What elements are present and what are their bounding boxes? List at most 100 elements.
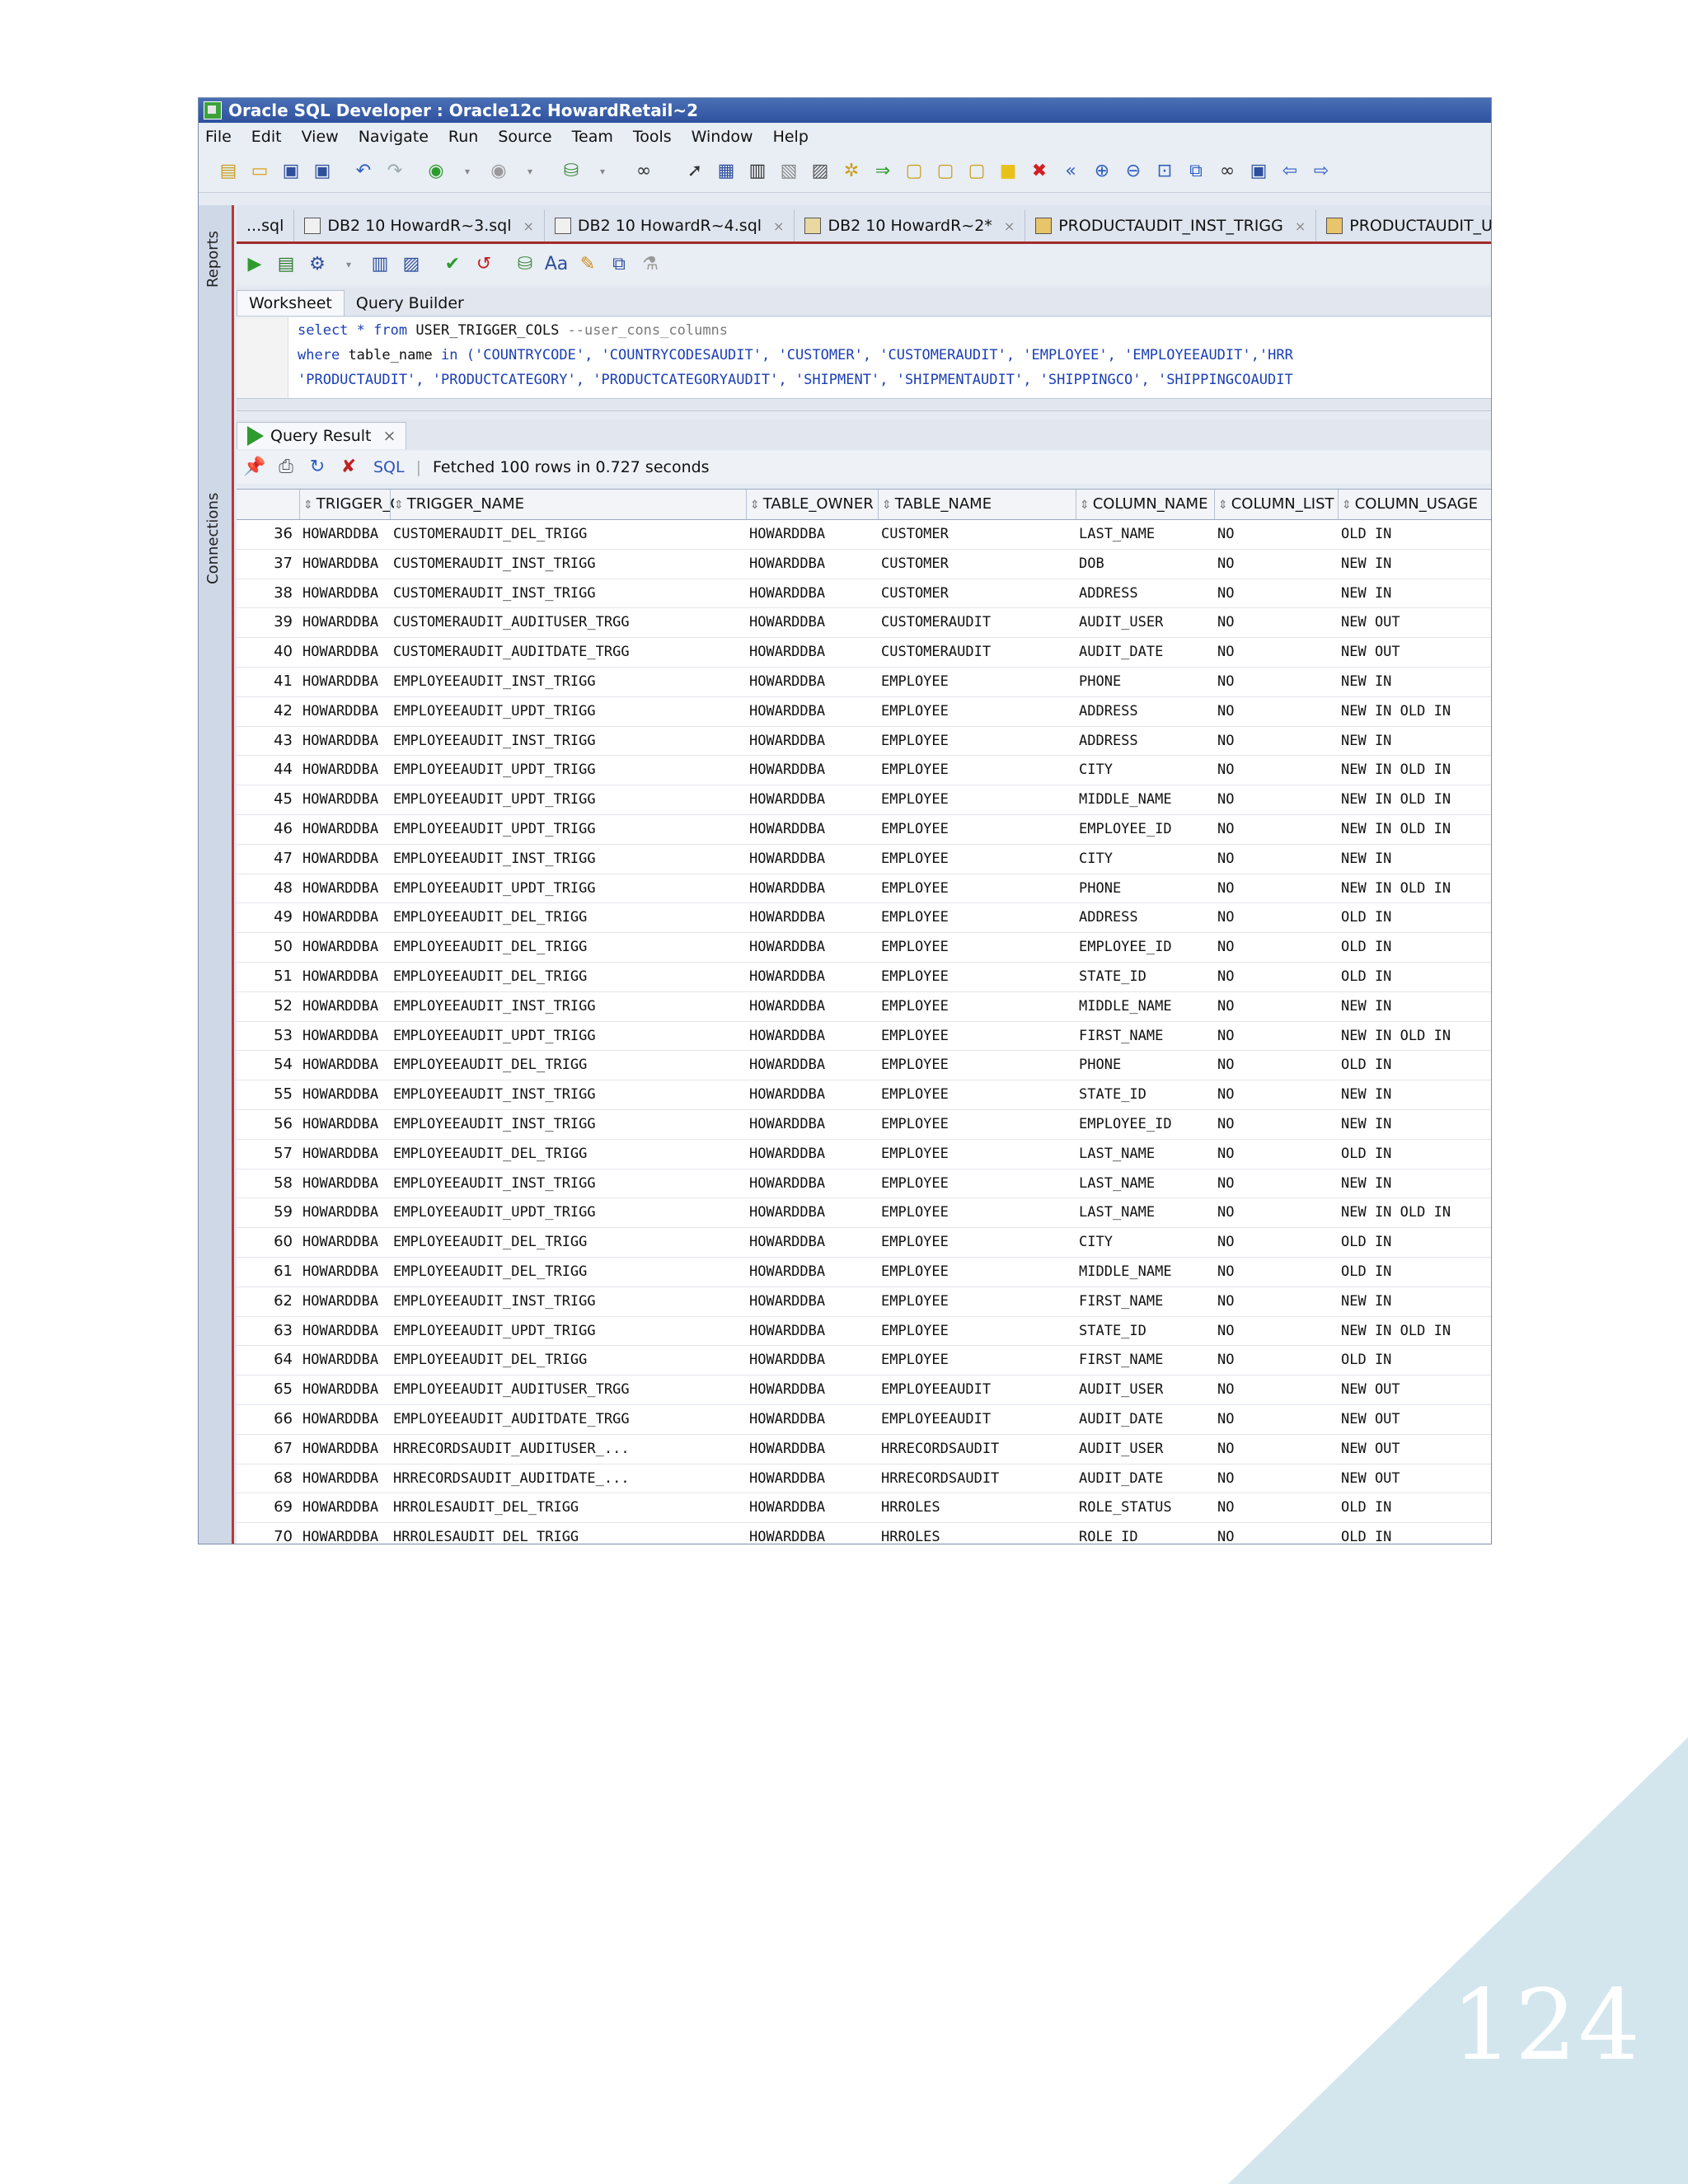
cell-column-list[interactable]: NO bbox=[1217, 756, 1344, 784]
cell-column-list[interactable]: NO bbox=[1217, 874, 1344, 902]
cell-column-usage[interactable]: OLD IN bbox=[1341, 1051, 1491, 1079]
dropdown-icon[interactable]: ▾ bbox=[337, 253, 360, 276]
cell-column-usage[interactable]: NEW IN bbox=[1341, 1110, 1491, 1138]
run-script-icon[interactable]: ▤ bbox=[274, 253, 298, 276]
cell-table-owner[interactable]: HOWARDDBA bbox=[749, 963, 884, 991]
cell-table-name[interactable]: HRROLES bbox=[881, 1493, 1082, 1521]
table-icon[interactable]: ▥ bbox=[746, 160, 769, 183]
cell-table-owner[interactable]: HOWARDDBA bbox=[749, 756, 884, 784]
sql-settings-icon[interactable]: ⚗ bbox=[639, 253, 662, 276]
cell-column-list[interactable]: NO bbox=[1217, 1405, 1344, 1433]
cell-column-name[interactable]: AUDIT_DATE bbox=[1079, 1465, 1221, 1493]
sql-link[interactable]: SQL bbox=[373, 458, 405, 476]
cell-column-list[interactable]: NO bbox=[1217, 933, 1344, 961]
cell-table-name[interactable]: EMPLOYEE bbox=[881, 785, 1082, 813]
cell-table-name[interactable]: EMPLOYEE bbox=[881, 963, 1082, 991]
cell-trigger-name[interactable]: EMPLOYEEAUDIT_UPDT_TRIGG bbox=[393, 1317, 753, 1345]
column-header-trigger-owner[interactable]: ⇕TRIGGER_OWNER bbox=[299, 490, 394, 519]
cell-column-usage[interactable]: NEW IN OLD IN bbox=[1341, 815, 1491, 843]
commit-icon[interactable]: ✔ bbox=[441, 253, 464, 276]
cell-trigger-name[interactable]: EMPLOYEEAUDIT_UPDT_TRIGG bbox=[393, 697, 753, 725]
cell-trigger-name[interactable]: CUSTOMERAUDIT_DEL_TRIGG bbox=[393, 520, 753, 548]
cell-trigger-name[interactable]: EMPLOYEEAUDIT_DEL_TRIGG bbox=[393, 963, 753, 991]
cell-column-list[interactable]: NO bbox=[1217, 550, 1344, 578]
cell-table-name[interactable]: EMPLOYEE bbox=[881, 815, 1082, 843]
forward-icon[interactable]: ◉ bbox=[487, 160, 510, 183]
cell-table-name[interactable]: EMPLOYEE bbox=[881, 1140, 1082, 1168]
rewind-icon[interactable]: « bbox=[1059, 160, 1082, 183]
cell-table-owner[interactable]: HOWARDDBA bbox=[749, 1051, 884, 1079]
nav-back-icon[interactable]: ⇦ bbox=[1278, 160, 1301, 183]
table-row[interactable]: 38 HOWARDDBA CUSTOMERAUDIT_INST_TRIGG HOWAR… bbox=[237, 579, 1491, 609]
cell-trigger-name[interactable]: EMPLOYEEAUDIT_INST_TRIGG bbox=[393, 1169, 753, 1197]
cell-column-usage[interactable]: NEW IN bbox=[1341, 668, 1491, 696]
cell-trigger-name[interactable]: EMPLOYEEAUDIT_INST_TRIGG bbox=[393, 1287, 753, 1315]
cell-trigger-owner[interactable]: HOWARDDBA bbox=[302, 1258, 396, 1286]
menu-source[interactable]: Source bbox=[498, 128, 551, 146]
cell-column-list[interactable]: NO bbox=[1217, 785, 1344, 813]
cell-column-name[interactable]: DOB bbox=[1079, 550, 1221, 578]
debug-icon[interactable]: ✲ bbox=[840, 160, 863, 183]
cell-trigger-owner[interactable]: HOWARDDBA bbox=[302, 1523, 396, 1544]
tab-productaudit-updt-trigg[interactable]: PRODUCTAUDIT_UPDT_TRIGG bbox=[1316, 210, 1491, 241]
table-row[interactable]: 59 HOWARDDBA EMPLOYEEAUDIT_UPDT_TRIGG HOWAR… bbox=[237, 1198, 1491, 1229]
cell-trigger-owner[interactable]: HOWARDDBA bbox=[302, 520, 396, 548]
table-row[interactable]: 39 HOWARDDBA CUSTOMERAUDIT_AUDITUSER_TRGG H… bbox=[237, 608, 1491, 639]
cell-table-name[interactable]: EMPLOYEE bbox=[881, 1287, 1082, 1315]
fit-icon[interactable]: ⊡ bbox=[1153, 160, 1176, 183]
cell-table-owner[interactable]: HOWARDDBA bbox=[749, 1376, 884, 1404]
menu-edit[interactable]: Edit bbox=[251, 128, 282, 146]
table-row[interactable]: 55 HOWARDDBA EMPLOYEEAUDIT_INST_TRIGG HOWAR… bbox=[237, 1080, 1491, 1110]
cell-table-name[interactable]: EMPLOYEE bbox=[881, 874, 1082, 902]
cell-column-name[interactable]: FIRST_NAME bbox=[1079, 1287, 1221, 1315]
cell-trigger-owner[interactable]: HOWARDDBA bbox=[302, 1465, 396, 1493]
zoom-in-icon[interactable]: ⊕ bbox=[1090, 160, 1114, 183]
cell-column-usage[interactable]: NEW IN OLD IN bbox=[1341, 697, 1491, 725]
cell-trigger-owner[interactable]: HOWARDDBA bbox=[302, 608, 396, 636]
cell-trigger-name[interactable]: EMPLOYEEAUDIT_UPDT_TRIGG bbox=[393, 1198, 753, 1226]
cell-column-name[interactable]: PHONE bbox=[1079, 1051, 1221, 1079]
cell-trigger-owner[interactable]: HOWARDDBA bbox=[302, 1110, 396, 1138]
cell-column-name[interactable]: CITY bbox=[1079, 1228, 1221, 1256]
find-icon[interactable]: ∞ bbox=[1216, 160, 1239, 183]
cell-column-usage[interactable]: OLD IN bbox=[1341, 903, 1491, 931]
table-row[interactable]: 47 HOWARDDBA EMPLOYEEAUDIT_INST_TRIGG HOWAR… bbox=[237, 845, 1491, 874]
cell-column-usage[interactable]: NEW OUT bbox=[1341, 1465, 1491, 1493]
tab-worksheet[interactable]: Worksheet bbox=[237, 290, 345, 316]
cell-column-usage[interactable]: NEW OUT bbox=[1341, 1405, 1491, 1433]
cell-trigger-owner[interactable]: HOWARDDBA bbox=[302, 1376, 396, 1404]
cell-table-name[interactable]: EMPLOYEE bbox=[881, 697, 1082, 725]
table-row[interactable]: 68 HOWARDDBA HRRECORDSAUDIT_AUDITDATE_... H… bbox=[237, 1465, 1491, 1494]
cell-table-name[interactable]: CUSTOMER bbox=[881, 579, 1082, 607]
note-icon[interactable]: ■ bbox=[996, 160, 1020, 183]
cell-column-usage[interactable]: NEW OUT bbox=[1341, 638, 1491, 666]
cell-table-owner[interactable]: HOWARDDBA bbox=[749, 785, 884, 813]
cell-table-owner[interactable]: HOWARDDBA bbox=[749, 1258, 884, 1286]
table-row[interactable]: 48 HOWARDDBA EMPLOYEEAUDIT_UPDT_TRIGG HOWAR… bbox=[237, 874, 1491, 904]
table-row[interactable]: 46 HOWARDDBA EMPLOYEEAUDIT_UPDT_TRIGG HOWAR… bbox=[237, 815, 1491, 845]
cell-trigger-owner[interactable]: HOWARDDBA bbox=[302, 874, 396, 902]
cell-column-name[interactable]: ADDRESS bbox=[1079, 579, 1221, 607]
cell-column-list[interactable]: NO bbox=[1217, 1523, 1344, 1544]
splitter-handle[interactable] bbox=[237, 398, 1491, 411]
table-row[interactable]: 42 HOWARDDBA EMPLOYEEAUDIT_UPDT_TRIGG HOWAR… bbox=[237, 697, 1491, 727]
cell-column-list[interactable]: NO bbox=[1217, 903, 1344, 931]
cell-column-usage[interactable]: OLD IN bbox=[1341, 1493, 1491, 1521]
tab-howardr4[interactable]: DB2 10 HowardR~4.sql × bbox=[545, 210, 795, 241]
table-row[interactable]: 69 HOWARDDBA HRROLESAUDIT_DEL_TRIGG HOWARDD… bbox=[237, 1493, 1491, 1524]
binoculars-icon[interactable]: ∞ bbox=[632, 160, 655, 183]
cell-column-list[interactable]: NO bbox=[1217, 1465, 1344, 1493]
cell-table-name[interactable]: CUSTOMERAUDIT bbox=[881, 638, 1082, 666]
cell-trigger-owner[interactable]: HOWARDDBA bbox=[302, 1051, 396, 1079]
cell-column-list[interactable]: NO bbox=[1217, 845, 1344, 873]
cell-table-name[interactable]: EMPLOYEE bbox=[881, 727, 1082, 755]
cell-column-list[interactable]: NO bbox=[1217, 1317, 1344, 1345]
cell-column-usage[interactable]: OLD IN bbox=[1341, 1346, 1491, 1374]
cell-column-list[interactable]: NO bbox=[1217, 1346, 1344, 1374]
cell-trigger-name[interactable]: CUSTOMERAUDIT_AUDITUSER_TRGG bbox=[393, 608, 753, 636]
cell-trigger-name[interactable]: EMPLOYEEAUDIT_UPDT_TRIGG bbox=[393, 815, 753, 843]
cell-trigger-owner[interactable]: HOWARDDBA bbox=[302, 903, 396, 931]
menu-tools[interactable]: Tools bbox=[633, 128, 672, 146]
table-row[interactable]: 54 HOWARDDBA EMPLOYEEAUDIT_DEL_TRIGG HOWARD… bbox=[237, 1051, 1491, 1081]
cell-column-usage[interactable]: NEW IN bbox=[1341, 727, 1491, 755]
